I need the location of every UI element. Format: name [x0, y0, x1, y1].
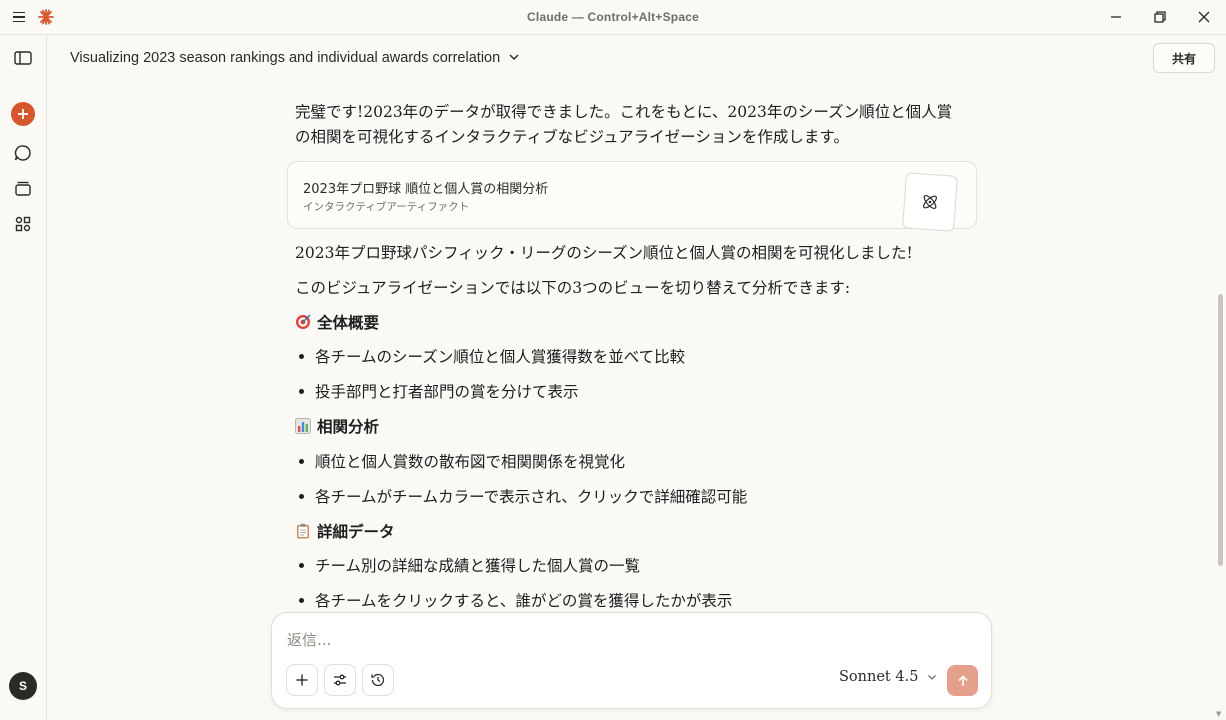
- bullet-dot: [299, 597, 304, 603]
- list-item-text: 投手部門と打者部門の賞を分けて表示: [315, 383, 579, 401]
- atom-icon: [923, 195, 937, 209]
- list-item: 各チームがチームカラーで表示され、クリックで詳細確認可能: [299, 485, 747, 507]
- list-item: 順位と個人賞数の散布図で相関関係を視覚化: [299, 450, 625, 472]
- sidebar-toggle-icon[interactable]: [12, 47, 34, 69]
- scroll-down-arrow-icon[interactable]: ▼: [1216, 710, 1221, 718]
- bullet-dot: [299, 388, 304, 394]
- hamburger-menu-icon[interactable]: [9, 7, 29, 27]
- share-button[interactable]: 共有: [1153, 43, 1215, 73]
- model-label: Sonnet 4.5: [839, 669, 919, 685]
- close-icon[interactable]: [1194, 7, 1214, 27]
- user-avatar[interactable]: S: [9, 672, 37, 700]
- list-item-text: 各チームをクリックすると、誰がどの賞を獲得したかが表示: [315, 592, 733, 610]
- plus-icon: [296, 674, 308, 686]
- list-item-text: 各チームのシーズン順位と個人賞獲得数を並べて比較: [315, 348, 686, 366]
- clock-history-icon: [371, 673, 385, 687]
- claude-logo-icon: [38, 9, 54, 25]
- chevron-down-icon: [928, 675, 937, 680]
- list-item-text: 順位と個人賞数の散布図で相関関係を視覚化: [315, 453, 626, 471]
- scrollbar-thumb[interactable]: [1218, 294, 1223, 566]
- history-button[interactable]: [362, 664, 394, 696]
- list-item: チーム別の詳細な成績と獲得した個人賞の一覧: [299, 554, 640, 576]
- artifacts-icon[interactable]: [12, 213, 34, 235]
- section-heading-text: 詳細データ: [317, 522, 395, 541]
- section-heading-text: 全体概要: [317, 313, 380, 332]
- list-item-text: チーム別の詳細な成績と獲得した個人賞の一覧: [315, 557, 641, 575]
- bar-chart-icon: [295, 418, 311, 434]
- artifact-subtitle: インタラクティブアーティファクト: [303, 201, 470, 213]
- list-item: 投手部門と打者部門の賞を分けて表示: [299, 380, 579, 402]
- chats-icon[interactable]: [12, 142, 34, 164]
- clipboard-icon: [297, 523, 309, 539]
- reply-input[interactable]: 返信...: [287, 629, 331, 650]
- left-sidebar-rail: S: [0, 35, 47, 720]
- arrow-up-icon: [957, 674, 968, 686]
- model-selector[interactable]: Sonnet 4.5: [839, 669, 938, 685]
- sliders-icon: [334, 674, 346, 686]
- views-intro-paragraph: このビジュアライゼーションでは以下の3つのビューを切り替えて分析できます:: [295, 279, 851, 297]
- bullet-dot: [299, 562, 304, 568]
- window-title: Claude — Control+Alt+Space: [527, 10, 699, 24]
- tools-button[interactable]: [324, 664, 356, 696]
- send-button[interactable]: [947, 665, 978, 696]
- conversation-title[interactable]: Visualizing 2023 season rankings and ind…: [70, 50, 500, 66]
- conversation-header: Visualizing 2023 season rankings and ind…: [47, 35, 1226, 81]
- list-item-text: 各チームがチームカラーで表示され、クリックで詳細確認可能: [315, 488, 748, 506]
- list-item: 各チームをクリックすると、誰がどの賞を獲得したかが表示: [299, 589, 732, 611]
- title-bar: Claude — Control+Alt+Space: [0, 0, 1226, 35]
- intro-paragraph: 完璧です!2023年のデータが取得できました。これをもとに、2023年のシーズン…: [295, 103, 953, 146]
- section-heading-details: 詳細データ: [295, 520, 395, 542]
- artifact-thumbnail: [902, 172, 958, 232]
- section-heading-overview: 全体概要: [295, 311, 379, 333]
- section-heading-text: 相関分析: [317, 417, 380, 436]
- projects-icon[interactable]: [12, 177, 34, 199]
- add-attachment-button[interactable]: [286, 664, 318, 696]
- artifact-card[interactable]: 2023年プロ野球 順位と個人賞の相関分析 インタラクティブアーティファクト: [287, 161, 977, 232]
- restore-icon[interactable]: [1150, 7, 1170, 27]
- list-item: 各チームのシーズン順位と個人賞獲得数を並べて比較: [299, 345, 685, 367]
- artifact-title: 2023年プロ野球 順位と個人賞の相関分析: [303, 182, 549, 197]
- new-chat-button[interactable]: [11, 102, 35, 126]
- plus-icon: [18, 109, 28, 119]
- target-icon: [296, 314, 311, 329]
- section-heading-correlation: 相関分析: [295, 415, 379, 437]
- minimize-icon[interactable]: [1106, 7, 1126, 27]
- summary-paragraph: 2023年プロ野球パシフィック・リーグのシーズン順位と個人賞の相関を可視化しまし…: [295, 244, 913, 262]
- bullet-dot: [299, 353, 304, 359]
- reply-composer: 返信... Sonnet 4.5: [271, 612, 992, 709]
- bullet-dot: [299, 493, 304, 499]
- bullet-dot: [299, 458, 304, 464]
- chevron-down-icon[interactable]: [506, 49, 522, 65]
